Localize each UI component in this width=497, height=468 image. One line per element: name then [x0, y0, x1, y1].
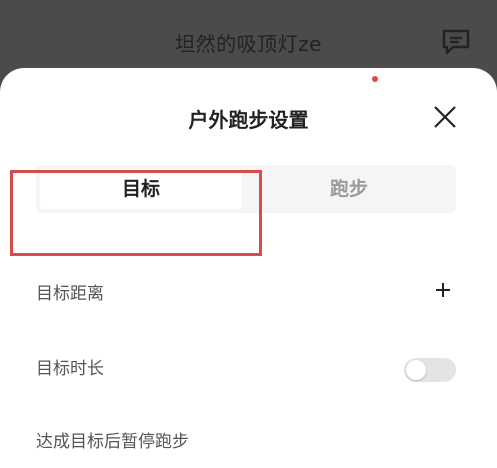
target-duration-label: 目标时长	[36, 359, 104, 379]
setting-row-target-distance[interactable]: 目标距离	[36, 273, 456, 309]
highlight-box	[10, 170, 262, 256]
plus-icon[interactable]	[434, 281, 452, 299]
target-distance-label: 目标距离	[36, 284, 104, 304]
pause-on-goal-label: 达成目标后暂停跑步	[36, 432, 189, 452]
close-icon[interactable]	[430, 102, 460, 132]
chat-bubble-icon[interactable]	[441, 28, 471, 56]
username-title: 坦然的吸顶灯ze	[175, 32, 322, 56]
setting-row-pause-on-goal: 达成目标后暂停跑步	[36, 421, 456, 457]
toggle-knob	[406, 360, 426, 380]
sheet-title: 户外跑步设置	[188, 108, 309, 132]
pause-on-goal-toggle[interactable]	[404, 358, 456, 382]
settings-sheet: 户外跑步设置 目标 跑步 目标距离 目标时长 达成目标后暂停跑步	[0, 68, 497, 468]
notification-dot	[372, 76, 378, 82]
setting-row-target-duration[interactable]: 目标时长	[36, 348, 456, 384]
tab-run[interactable]: 跑步	[246, 169, 452, 209]
